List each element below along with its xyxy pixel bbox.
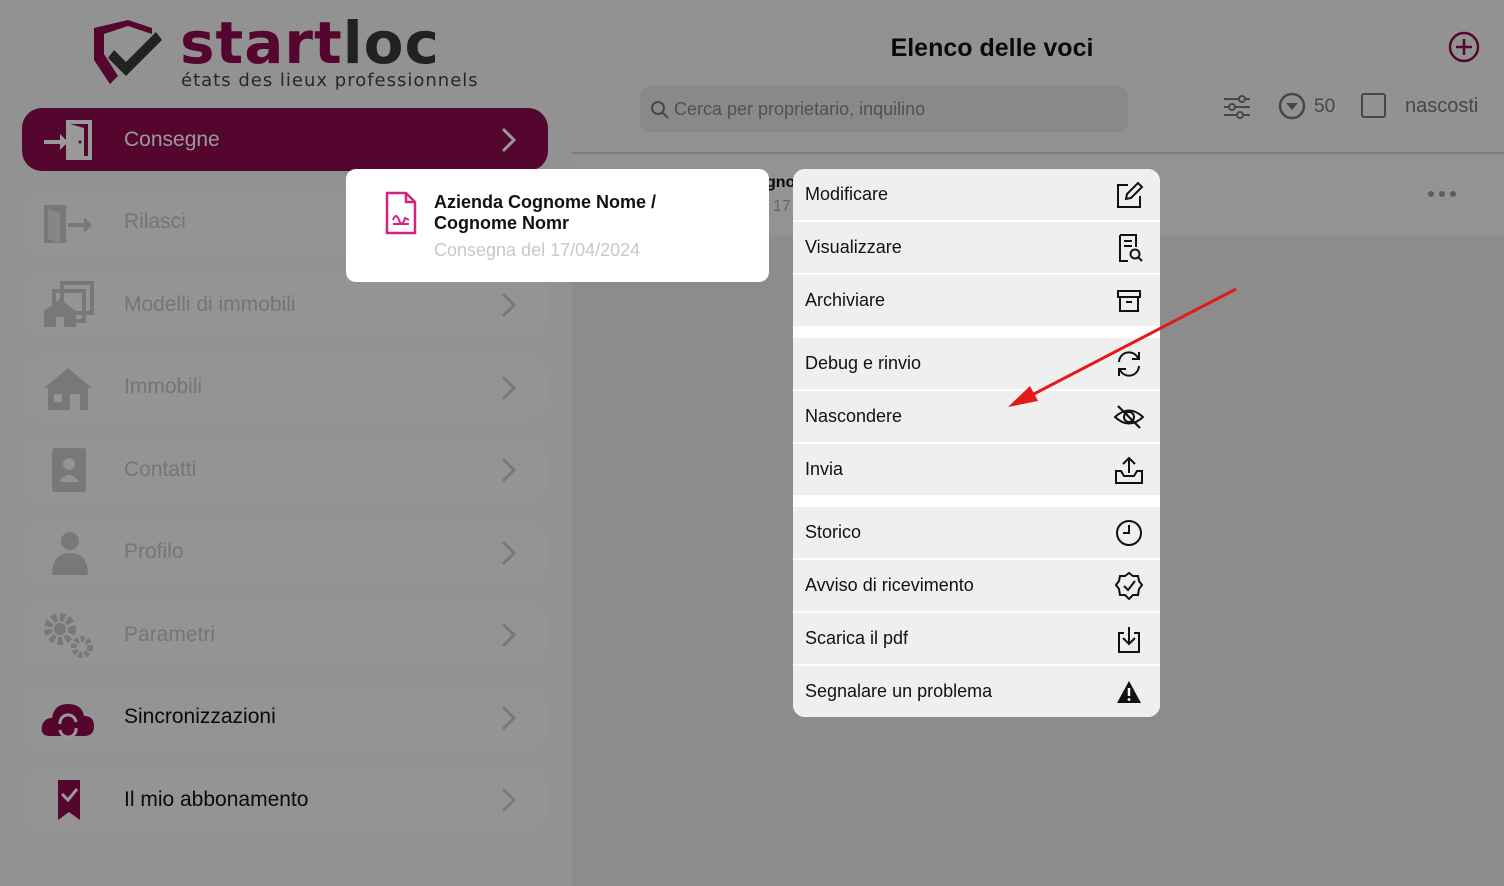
menu-item-label: Debug e rinvio — [805, 353, 922, 373]
signed-document-icon — [385, 191, 417, 235]
menu-item-label: Invia — [805, 459, 844, 479]
menu-item-storico[interactable]: Storico — [793, 507, 1160, 558]
edit-icon — [1117, 181, 1144, 208]
menu-item-label: Storico — [805, 522, 862, 542]
card-title: Azienda Cognome Nome / Cognome Nomr — [434, 192, 657, 233]
clock-icon — [1116, 520, 1142, 546]
sync-icon — [1118, 351, 1140, 377]
context-menu: Modificare Visualizzare Archiviare Debug… — [793, 169, 1160, 717]
menu-item-label: Segnalare un problema — [805, 681, 993, 701]
menu-item-label: Scarica il pdf — [805, 628, 909, 648]
menu-item-label: Visualizzare — [805, 237, 902, 257]
menu-item-nascondere[interactable]: Nascondere — [793, 391, 1160, 442]
menu-item-debug-rinvio[interactable]: Debug e rinvio — [793, 338, 1160, 389]
menu-item-avviso-ricevimento[interactable]: Avviso di ricevimento — [793, 560, 1160, 611]
menu-item-label: Avviso di ricevimento — [805, 575, 974, 595]
badge-check-icon — [1114, 571, 1144, 601]
selected-item-card: Azienda Cognome Nome / Cognome Nomr Cons… — [346, 169, 769, 282]
menu-item-label: Archiviare — [805, 290, 886, 310]
view-document-icon — [1119, 234, 1143, 262]
archive-icon — [1117, 290, 1141, 312]
eye-off-icon — [1114, 405, 1144, 429]
modal-overlay[interactable] — [0, 0, 1504, 886]
menu-item-label: Modificare — [805, 184, 889, 204]
menu-item-invia[interactable]: Invia — [793, 444, 1160, 495]
menu-item-archiviare[interactable]: Archiviare — [793, 275, 1160, 326]
menu-item-scarica-pdf[interactable]: Scarica il pdf — [793, 613, 1160, 664]
menu-item-segnalare-problema[interactable]: Segnalare un problema — [793, 666, 1160, 717]
menu-item-modificare[interactable]: Modificare — [793, 169, 1160, 220]
menu-item-label: Nascondere — [805, 406, 903, 426]
upload-tray-icon — [1115, 456, 1143, 484]
card-subtitle: Consegna del 17/04/2024 — [434, 240, 641, 260]
warning-icon — [1117, 681, 1141, 703]
download-icon — [1118, 627, 1140, 653]
menu-item-visualizzare[interactable]: Visualizzare — [793, 222, 1160, 273]
